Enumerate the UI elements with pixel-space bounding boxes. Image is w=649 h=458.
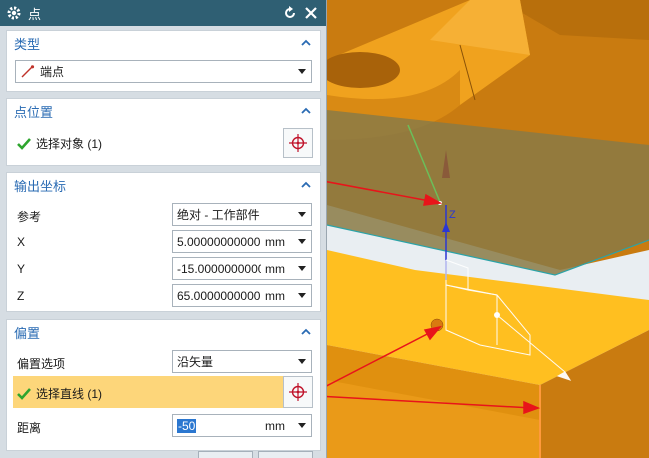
select-object-row[interactable]: 选择对象 (1) <box>17 135 102 152</box>
type-section-header[interactable]: 类型 <box>7 31 320 55</box>
chevron-down-icon[interactable] <box>297 239 307 244</box>
chevron-down-icon[interactable] <box>297 293 307 298</box>
z-axis-label: Z <box>449 209 456 221</box>
checkmark-icon <box>17 387 31 400</box>
distance-field[interactable]: -50 mm <box>172 414 312 437</box>
distance-unit: mm <box>265 418 285 433</box>
crosshair-icon <box>289 383 307 401</box>
z-label: Z <box>17 289 25 303</box>
checkmark-icon <box>17 137 31 150</box>
offset-section-header[interactable]: 偏置 <box>7 320 320 344</box>
y-field[interactable]: -15.0000000000 mm <box>172 257 312 280</box>
position-section: 点位置 选择对象 (1) <box>6 98 321 166</box>
chevron-down-icon <box>297 212 307 217</box>
chevron-down-icon[interactable] <box>297 266 307 271</box>
select-object-label: 选择对象 (1) <box>36 137 103 151</box>
offset-option-select[interactable]: 沿矢量 <box>172 350 312 373</box>
refresh-icon[interactable] <box>281 4 299 22</box>
y-unit: mm <box>265 261 285 276</box>
x-field[interactable]: 5.00000000000 mm <box>172 230 312 253</box>
dialog-titlebar: 点 <box>0 0 326 26</box>
type-select-value: 端点 <box>40 65 65 79</box>
point-dialog: 点 类型 端点 点位置 选择对象 (1) 输出坐标 参考 绝对 - 工作部件 X… <box>0 0 327 458</box>
chevron-down-icon <box>297 69 307 74</box>
type-section-title: 类型 <box>14 36 41 52</box>
type-select[interactable]: 端点 <box>15 60 312 83</box>
z-unit: mm <box>265 288 285 303</box>
chevron-up-icon[interactable] <box>300 37 312 49</box>
distance-label: 距离 <box>17 421 42 435</box>
output-section-header[interactable]: 输出坐标 <box>7 173 320 197</box>
output-coords-section: 输出坐标 参考 绝对 - 工作部件 X 5.00000000000 mm Y -… <box>6 172 321 312</box>
gear-icon[interactable] <box>6 5 22 21</box>
crosshair-icon <box>289 134 307 152</box>
position-section-header[interactable]: 点位置 <box>7 99 320 123</box>
y-value[interactable]: -15.0000000000 <box>177 262 261 276</box>
type-section: 类型 端点 <box>6 30 321 92</box>
y-label: Y <box>17 262 26 276</box>
output-section-title: 输出坐标 <box>14 178 67 194</box>
chevron-up-icon[interactable] <box>300 105 312 117</box>
offset-option-label: 偏置选项 <box>17 357 66 371</box>
x-value[interactable]: 5.00000000000 <box>177 235 261 249</box>
reference-select-value: 绝对 - 工作部件 <box>177 208 260 222</box>
chevron-down-icon[interactable] <box>297 423 307 428</box>
select-line-label-row[interactable]: 选择直线 (1) <box>17 385 102 402</box>
z-value[interactable]: 65.0000000000 <box>177 289 261 303</box>
offset-section: 偏置 偏置选项 沿矢量 选择直线 (1) 距离 -50 mm <box>6 319 321 451</box>
apply-button[interactable] <box>258 451 313 458</box>
endpoint-icon <box>21 64 35 77</box>
close-icon[interactable] <box>302 4 320 22</box>
position-section-title: 点位置 <box>14 104 54 120</box>
reference-select[interactable]: 绝对 - 工作部件 <box>172 203 312 226</box>
offset-option-value: 沿矢量 <box>177 355 214 369</box>
ok-button[interactable] <box>198 451 253 458</box>
x-label: X <box>17 235 26 249</box>
select-line-label: 选择直线 (1) <box>36 387 103 401</box>
chevron-up-icon[interactable] <box>300 179 312 191</box>
reference-label: 参考 <box>17 210 42 224</box>
x-unit: mm <box>265 234 285 249</box>
dialog-title: 点 <box>28 6 42 22</box>
z-field[interactable]: 65.0000000000 mm <box>172 284 312 307</box>
offset-section-title: 偏置 <box>14 325 41 341</box>
distance-value-text: -50 <box>177 418 197 433</box>
distance-value[interactable]: -50 <box>177 418 261 433</box>
chevron-up-icon[interactable] <box>300 326 312 338</box>
vector-dialog-button[interactable] <box>283 376 313 408</box>
chevron-down-icon <box>297 359 307 364</box>
point-dialog-button[interactable] <box>283 128 313 158</box>
